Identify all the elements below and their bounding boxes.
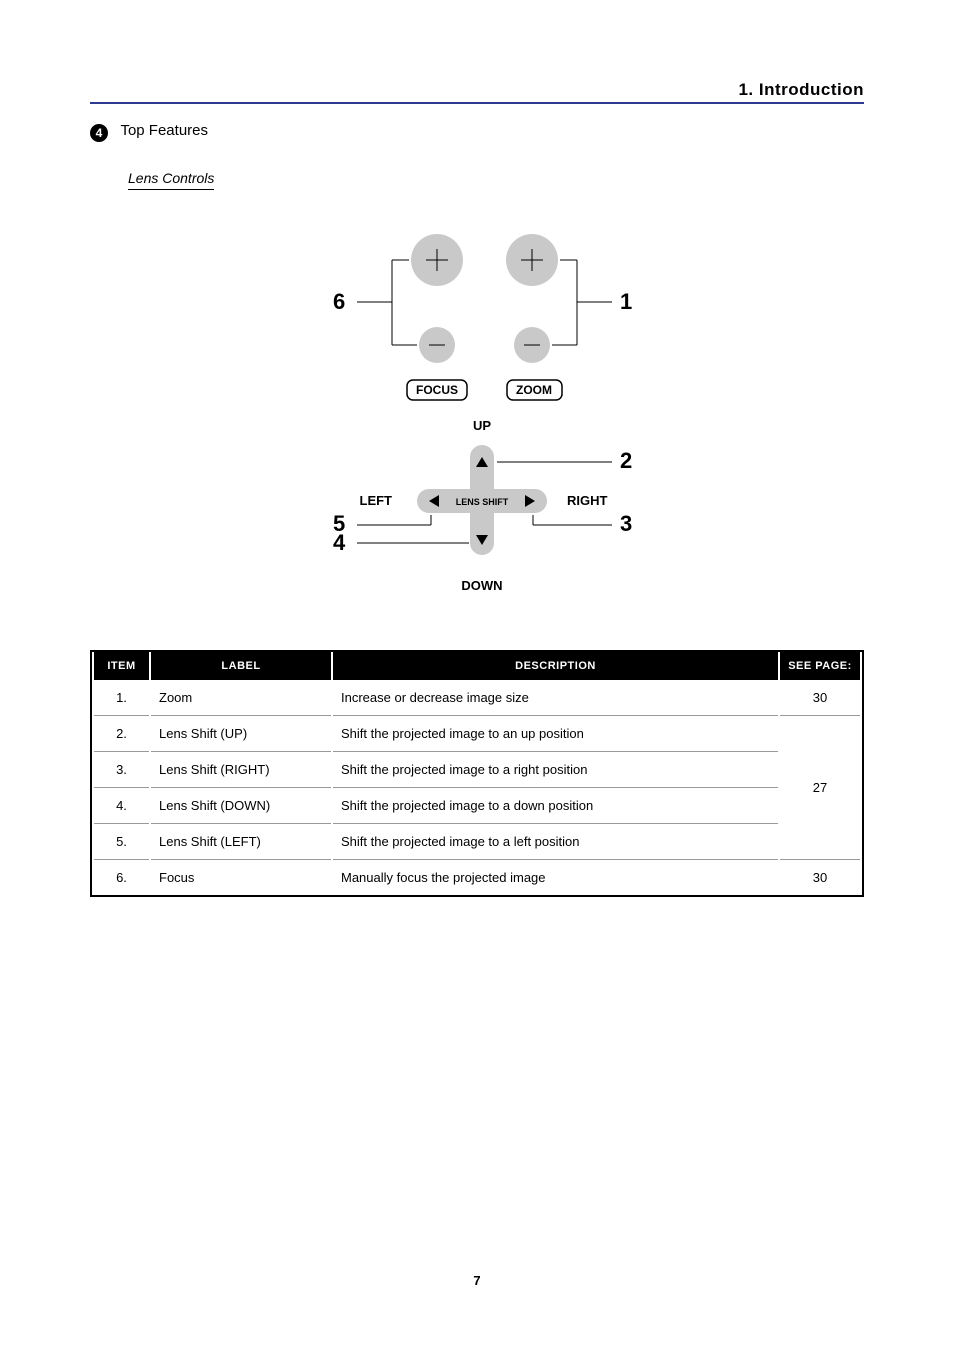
svg-text:ZOOM: ZOOM xyxy=(516,383,552,397)
cell-item: 2. xyxy=(94,716,149,752)
cell-item: 1. xyxy=(94,680,149,716)
controls-table: ITEM LABEL DESCRIPTION SEE PAGE: 1. Zoom… xyxy=(90,650,864,897)
svg-text:UP: UP xyxy=(473,418,491,433)
cell-page: 27 xyxy=(780,716,860,860)
svg-text:2: 2 xyxy=(620,448,632,473)
svg-text:6: 6 xyxy=(333,289,345,314)
cell-desc: Shift the projected image to a right pos… xyxy=(333,752,778,788)
cell-label: Lens Shift (RIGHT) xyxy=(151,752,331,788)
svg-text:RIGHT: RIGHT xyxy=(567,493,608,508)
th-description: DESCRIPTION xyxy=(333,652,778,680)
cell-item: 3. xyxy=(94,752,149,788)
cell-desc: Increase or decrease image size xyxy=(333,680,778,716)
section-number-badge: 4 xyxy=(90,124,108,142)
cell-desc: Manually focus the projected image xyxy=(333,860,778,895)
table-row: 2. Lens Shift (UP) Shift the projected i… xyxy=(94,716,860,752)
subsection-title: Lens Controls xyxy=(128,170,214,190)
cell-item: 4. xyxy=(94,788,149,824)
cell-label: Zoom xyxy=(151,680,331,716)
table-row: 5. Lens Shift (LEFT) Shift the projected… xyxy=(94,824,860,860)
cell-desc: Shift the projected image to an up posit… xyxy=(333,716,778,752)
cell-page: 30 xyxy=(780,680,860,716)
section-title: Top Features xyxy=(120,122,208,139)
chapter-title: 1. Introduction xyxy=(738,80,864,99)
svg-text:3: 3 xyxy=(620,511,632,536)
svg-text:4: 4 xyxy=(333,530,346,555)
page-number: 7 xyxy=(0,1273,954,1288)
svg-text:FOCUS: FOCUS xyxy=(416,383,458,397)
cell-item: 5. xyxy=(94,824,149,860)
svg-text:LEFT: LEFT xyxy=(360,493,393,508)
table-row: 4. Lens Shift (DOWN) Shift the projected… xyxy=(94,788,860,824)
cell-label: Lens Shift (UP) xyxy=(151,716,331,752)
cell-label: Focus xyxy=(151,860,331,895)
cell-desc: Shift the projected image to a left posi… xyxy=(333,824,778,860)
table-row: 6. Focus Manually focus the projected im… xyxy=(94,860,860,895)
cell-label: Lens Shift (DOWN) xyxy=(151,788,331,824)
th-see-page: SEE PAGE: xyxy=(780,652,860,680)
subsection: Lens Controls xyxy=(128,170,864,190)
cell-label: Lens Shift (LEFT) xyxy=(151,824,331,860)
cell-page: 30 xyxy=(780,860,860,895)
table-row: 1. Zoom Increase or decrease image size … xyxy=(94,680,860,716)
th-label: LABEL xyxy=(151,652,331,680)
table-row: 3. Lens Shift (RIGHT) Shift the projecte… xyxy=(94,752,860,788)
cell-desc: Shift the projected image to a down posi… xyxy=(333,788,778,824)
cell-item: 6. xyxy=(94,860,149,895)
svg-text:LENS SHIFT: LENS SHIFT xyxy=(456,497,509,507)
section-row: 4 Top Features xyxy=(90,122,864,142)
svg-text:DOWN: DOWN xyxy=(461,578,502,593)
chapter-header: 1. Introduction xyxy=(90,80,864,104)
th-item: ITEM xyxy=(94,652,149,680)
lens-controls-diagram: 6 1 FOCUS ZOOM UP LENS SHIFT LEFT RIGHT … xyxy=(90,205,864,630)
svg-text:1: 1 xyxy=(620,289,632,314)
